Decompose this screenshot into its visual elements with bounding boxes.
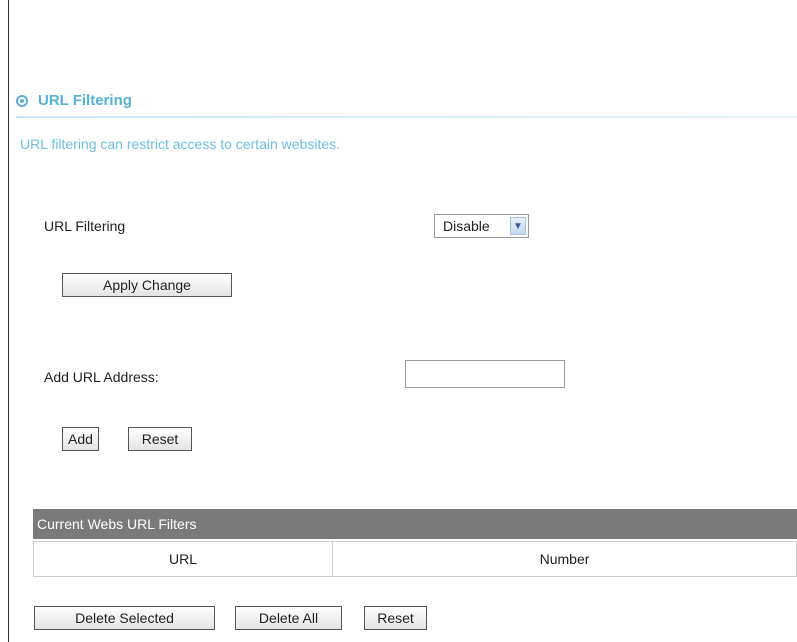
reset-add-button[interactable]: Reset xyxy=(128,427,192,451)
url-filtering-select-value: Disable xyxy=(443,218,490,234)
chevron-down-icon[interactable]: ▼ xyxy=(510,217,526,235)
filters-table: URL Number xyxy=(33,541,797,577)
add-button[interactable]: Add xyxy=(62,427,99,451)
apply-change-button[interactable]: Apply Change xyxy=(62,273,232,297)
header-divider xyxy=(16,116,797,118)
section-header: URL Filtering xyxy=(16,92,132,109)
url-address-input[interactable] xyxy=(405,360,565,388)
frame-border xyxy=(8,0,9,642)
column-header-url: URL xyxy=(34,542,333,576)
url-filtering-label: URL Filtering xyxy=(44,218,126,234)
radio-circle-icon xyxy=(16,94,28,107)
reset-button[interactable]: Reset xyxy=(364,606,427,630)
section-description: URL filtering can restrict access to cer… xyxy=(20,136,341,152)
filters-table-title-text: Current Webs URL Filters xyxy=(37,516,197,532)
column-header-number: Number xyxy=(539,551,590,567)
delete-all-button[interactable]: Delete All xyxy=(235,606,342,630)
page-title: URL Filtering xyxy=(38,92,132,109)
filters-table-title: Current Webs URL Filters xyxy=(33,509,797,539)
add-url-label: Add URL Address: xyxy=(44,369,159,385)
delete-selected-button[interactable]: Delete Selected xyxy=(34,606,215,630)
url-filtering-select[interactable]: Disable ▼ xyxy=(434,214,529,238)
